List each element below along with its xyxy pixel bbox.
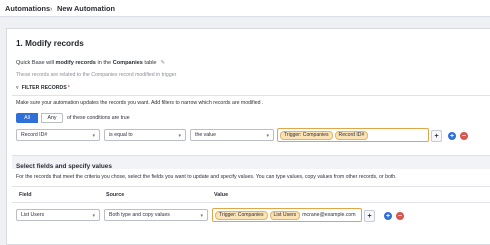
breadcrumb-root[interactable]: Automations — [5, 4, 50, 13]
dropdown-icon: ▾ — [92, 133, 95, 139]
filter-value-type-select[interactable]: the value ▾ — [190, 129, 274, 141]
filter-value-field[interactable]: Trigger: Companies Record ID# — [277, 128, 429, 142]
step-table: Companies — [112, 60, 143, 66]
toggle-any[interactable]: Any — [41, 113, 63, 123]
column-header-value: Value — [214, 192, 229, 198]
conditions-text: of these conditions are true — [67, 115, 130, 121]
column-header-field: Field — [19, 192, 32, 198]
remove-condition-button[interactable]: − — [460, 132, 468, 140]
required-mark: * — [67, 85, 70, 91]
step-subtext: These records are related to the Compani… — [16, 72, 177, 78]
step-title: 1. Modify records — [16, 39, 84, 48]
breadcrumb-current: New Automation — [57, 4, 116, 13]
add-condition-button[interactable]: + — [448, 132, 456, 140]
filter-label: FILTER RECORDS — [21, 85, 67, 91]
insert-field-button[interactable]: + — [364, 210, 375, 222]
source-select[interactable]: Both type and copy values ▾ — [104, 209, 208, 221]
step-description: Quick Base will modify records in the Co… — [16, 60, 166, 66]
filter-records-toggle[interactable]: ▿ FILTER RECORDS* — [16, 85, 70, 91]
breadcrumb-separator-icon: › — [50, 4, 53, 13]
add-field-button[interactable]: + — [384, 212, 392, 220]
filter-hint: Make sure your automation updates the re… — [16, 100, 264, 106]
field-select[interactable]: List Users ▾ — [16, 209, 100, 221]
value-pill[interactable]: Trigger: Companies — [215, 210, 268, 220]
value-pill[interactable]: List Users — [269, 210, 301, 220]
dropdown-icon: ▾ — [266, 133, 269, 139]
filter-operator-select[interactable]: is equal to ▾ — [104, 129, 186, 141]
value-text: mcrane@example.com — [302, 212, 356, 218]
fields-section-title: Select fields and specify values — [16, 163, 112, 170]
dropdown-icon: ▾ — [178, 133, 181, 139]
divider — [12, 95, 490, 96]
remove-field-button[interactable]: − — [396, 212, 404, 220]
value-pill[interactable]: Trigger: Companies — [280, 130, 333, 140]
insert-field-button[interactable]: + — [431, 130, 442, 142]
dropdown-icon: ▾ — [200, 213, 203, 219]
field-value-input[interactable]: Trigger: Companies List Users mcrane@examp… — [212, 208, 362, 222]
column-header-source: Source — [106, 192, 125, 198]
step-action: modify records — [55, 60, 96, 66]
toggle-all[interactable]: All — [16, 113, 38, 123]
value-pill[interactable]: Record ID# — [334, 130, 369, 140]
divider — [12, 186, 490, 187]
expand-icon: ▿ — [16, 85, 19, 91]
filter-field-select[interactable]: Record ID# ▾ — [16, 129, 100, 141]
dropdown-icon: ▾ — [92, 213, 95, 219]
fields-section-description: For the records that meet the criteria y… — [16, 174, 397, 180]
edit-icon[interactable]: ✎ — [161, 60, 166, 66]
divider — [12, 202, 490, 203]
